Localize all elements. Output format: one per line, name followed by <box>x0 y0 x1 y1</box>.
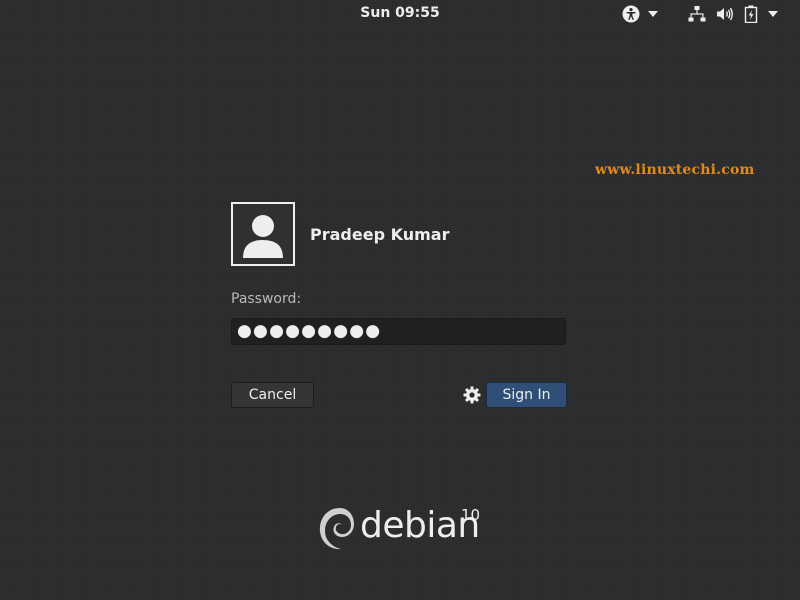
debian-version: 10 <box>461 506 481 524</box>
accessibility-menu[interactable] <box>622 4 658 24</box>
network-icon <box>688 5 706 23</box>
clock[interactable]: Sun 09:55 <box>0 5 800 21</box>
chevron-down-icon <box>768 11 778 17</box>
cancel-button[interactable]: Cancel <box>231 382 314 408</box>
watermark-text: www.linuxtechi.com <box>595 162 755 178</box>
debian-swirl-icon <box>319 508 354 550</box>
top-bar: Sun 09:55 <box>0 0 800 28</box>
password-label: Password: <box>231 291 302 307</box>
battery-icon <box>744 5 758 23</box>
session-settings-button[interactable] <box>463 386 481 404</box>
username-label: Pradeep Kumar <box>310 225 450 244</box>
sign-in-button[interactable]: Sign In <box>486 382 567 408</box>
gear-icon <box>463 386 481 404</box>
user-icon <box>233 204 293 264</box>
volume-icon <box>716 5 734 23</box>
avatar <box>231 202 295 266</box>
password-masked-value: ●●●●●●●●● <box>237 321 382 341</box>
system-status-menu[interactable] <box>688 4 778 24</box>
accessibility-icon <box>622 5 640 23</box>
chevron-down-icon <box>648 11 658 17</box>
